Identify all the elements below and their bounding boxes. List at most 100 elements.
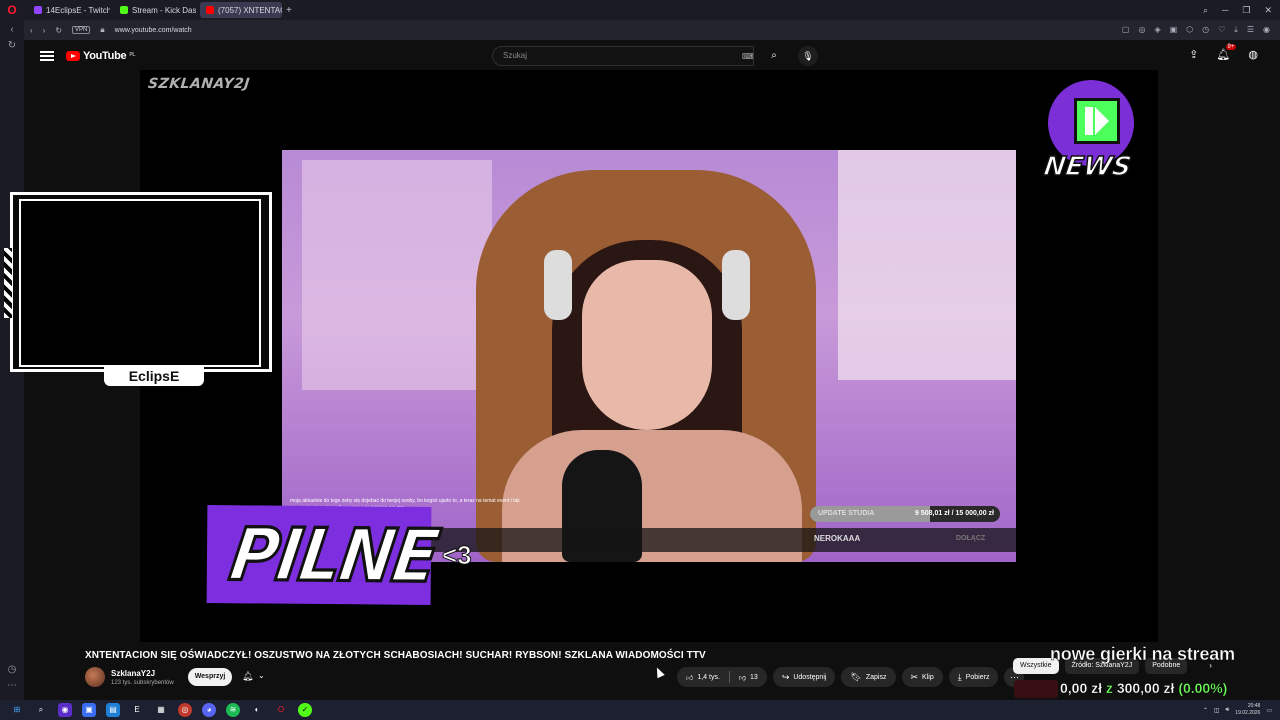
spotify-icon[interactable]: ≋ [226, 703, 240, 717]
maximize-button[interactable]: ❐ [1242, 5, 1250, 16]
tab-kick[interactable]: Stream - Kick Dashboard [114, 2, 196, 18]
extension-icons: ▢ ◎ ◈ ▣ ⬡ ◷ ♡ ⤓ ☰ ◉ [1122, 25, 1280, 35]
heart-icon[interactable]: ♡ [1218, 25, 1225, 35]
thumbs-down-icon: 👎︎ [738, 674, 747, 682]
keyboard-icon[interactable]: ⌨ [742, 52, 754, 61]
ticker-action: DOŁĄCZ [956, 535, 986, 542]
pilne-text: PILNE [223, 511, 444, 601]
clip-label: Klip [922, 673, 934, 681]
back-icon[interactable]: ‹ [6, 24, 18, 36]
bell-icon[interactable]: 🔔︎ [242, 671, 253, 682]
channel-name[interactable]: SzklanaY2J [111, 669, 155, 678]
heart-text: <3 [442, 540, 473, 571]
scissors-icon: ✂ [910, 671, 919, 682]
history-icon[interactable]: ◷ [1202, 25, 1209, 35]
donation-label: UPDATE STUDIA [818, 510, 875, 517]
back-button[interactable]: ‹ [30, 26, 33, 35]
url-field[interactable]: www.youtube.com/watch [115, 27, 192, 34]
donation-goal: UPDATE STUDIA 9 508,01 zł / 15 000,00 zł [810, 506, 1000, 522]
tab-label: (7057) XNTENTACION... [218, 5, 282, 15]
app-icon[interactable]: ◎ [178, 703, 192, 717]
bookmark-icon: 🔖︎ [850, 671, 862, 682]
youtube-header: YouTube PL Szukaj ⌨ ⌕ 🎙︎ ⇪ 🔔︎ 9+ ◍ [24, 40, 1280, 72]
steam-icon[interactable]: ◐ [250, 703, 264, 717]
streamer-face [582, 260, 712, 430]
app-icon[interactable]: ▦ [154, 703, 168, 717]
windows-taskbar: ⊞ ⌕ ◉ ▣ ▤ E ▦ ◎ ◕ ≋ ◐ O ✓ ⌃ ◫ 🔊︎ 20:48 1… [0, 700, 1280, 720]
stream-footage: moja aktualnie do tego żeby się dojebać … [282, 150, 1016, 562]
forward-button[interactable]: › [43, 26, 46, 35]
chevron-down-icon[interactable]: ⌄ [258, 671, 265, 680]
opera-icon[interactable]: O [274, 703, 288, 717]
share-button[interactable]: ↪ Udostępnij [772, 667, 836, 687]
youtube-logo[interactable]: YouTube PL [66, 50, 135, 62]
minimize-button[interactable]: ─ [1222, 5, 1228, 16]
network-icon[interactable]: ◫ [1214, 707, 1220, 714]
extension-icon[interactable]: ▢ [1122, 25, 1130, 35]
tab-youtube[interactable]: (7057) XNTENTACION... [200, 2, 282, 18]
video-player[interactable]: SZKLANAY2J moja aktualnie do tego żeby s… [140, 70, 1158, 642]
like-dislike-group: 👍︎ 1,4 tys. 👎︎ 13 [677, 667, 767, 687]
cam-label: EclipsE [128, 368, 180, 384]
avatar[interactable]: ◍ [1248, 48, 1258, 61]
kick-k-icon [1074, 98, 1120, 144]
reload-button[interactable]: ↻ [55, 26, 62, 35]
epic-icon[interactable]: E [130, 703, 144, 717]
reload-icon[interactable]: ↻ [6, 40, 18, 52]
dislike-button[interactable]: 👎︎ 13 [730, 667, 767, 687]
windows-start-icon[interactable]: ⊞ [10, 703, 24, 717]
clock-time: 20:48 [1247, 703, 1261, 709]
webcam-overlay: EclipsE [4, 188, 276, 388]
search-icon[interactable]: ⌕ [34, 703, 48, 717]
twitch-icon [34, 6, 42, 14]
menu-icon[interactable]: ☰ [1247, 25, 1254, 35]
chevron-up-icon[interactable]: ⌃ [1203, 707, 1208, 714]
goal-target: 300,00 zł [1116, 680, 1175, 696]
cam-label-box: EclipsE [104, 366, 204, 386]
app-icon[interactable]: ✓ [298, 703, 312, 717]
profile-icon[interactable]: ◉ [1263, 25, 1270, 35]
search-input[interactable]: Szukaj [492, 46, 754, 66]
close-button[interactable]: ✕ [1264, 5, 1272, 16]
camera-icon[interactable]: ◎ [1138, 25, 1145, 35]
voice-search-icon[interactable]: 🎙︎ [798, 46, 818, 66]
volume-icon[interactable]: 🔊︎ [1226, 707, 1230, 714]
cube-icon[interactable]: ⬡ [1186, 25, 1193, 35]
shield-icon[interactable]: ◈ [1154, 25, 1160, 35]
search-tabs-icon[interactable]: ⌕ [1203, 5, 1208, 16]
goal-percent: (0.00%) [1178, 680, 1228, 696]
channel-avatar[interactable] [85, 667, 105, 687]
app-icon[interactable]: ◉ [58, 703, 72, 717]
support-button[interactable]: Wesprzyj [188, 668, 232, 686]
channel-watermark: SZKLANAY2J [147, 76, 251, 92]
notification-center-icon[interactable]: ▭ [1266, 707, 1272, 714]
history-icon[interactable]: ◷ [6, 664, 18, 676]
notifications-icon[interactable]: 🔔︎ 9+ [1216, 44, 1237, 61]
cam-inner [19, 199, 261, 367]
tab-twitch[interactable]: 14EclipsE - Twitch [28, 2, 110, 18]
clip-button[interactable]: ✂ Klip [901, 667, 943, 687]
like-button[interactable]: 👍︎ 1,4 tys. [677, 667, 729, 687]
news-label: NEWS [1041, 151, 1134, 183]
shelf-left [302, 160, 492, 390]
upload-icon[interactable]: ⇪ [1189, 48, 1198, 61]
search-button[interactable]: ⌕ [764, 46, 784, 66]
app-icon[interactable]: ▣ [82, 703, 96, 717]
lock-icon: 🔒︎ [100, 25, 105, 34]
tab-label: 14EclipsE - Twitch [46, 5, 110, 15]
opera-logo-icon[interactable]: O [0, 0, 24, 20]
download-button[interactable]: ⤓ Pobierz [948, 667, 999, 687]
clock[interactable]: 20:48 19.02.2026 [1235, 703, 1260, 717]
ticker-name: NEROKAAA [814, 534, 861, 543]
discord-icon[interactable]: ◕ [202, 703, 216, 717]
save-button[interactable]: 🔖︎ Zapisz [841, 667, 896, 687]
snapshot-icon[interactable]: ▣ [1170, 25, 1178, 35]
notification-badge: 9+ [1225, 44, 1237, 50]
app-icon[interactable]: ▤ [106, 703, 120, 717]
browser-tabbar: O 14EclipsE - Twitch Stream - Kick Dashb… [0, 0, 1280, 20]
hamburger-menu-icon[interactable] [40, 51, 54, 61]
more-icon[interactable]: ⋯ [6, 680, 18, 692]
new-tab-button[interactable]: + [286, 5, 292, 16]
download-icon[interactable]: ⤓ [1234, 25, 1238, 35]
vpn-badge[interactable]: VPN [72, 26, 91, 34]
